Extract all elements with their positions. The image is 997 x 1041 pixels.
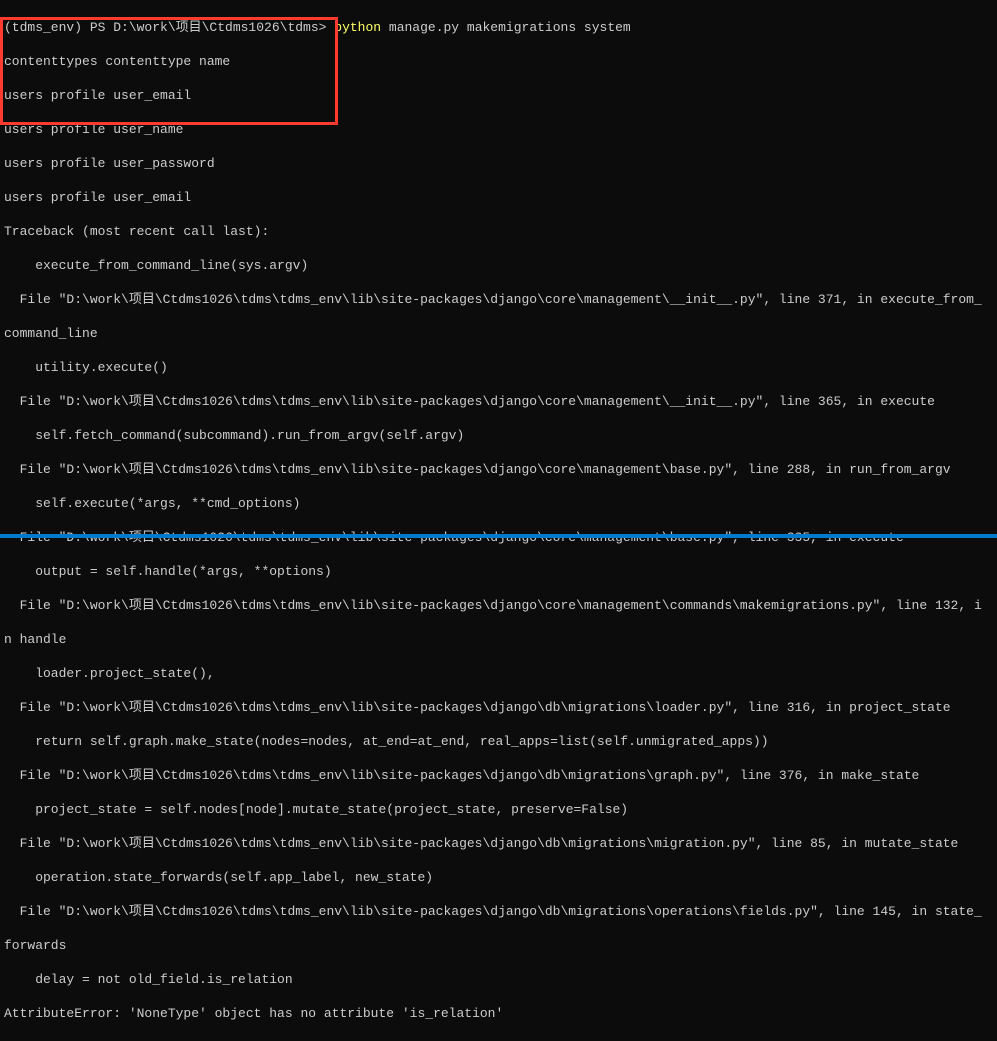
output-line: users profile user_password	[4, 155, 993, 172]
traceback-line: File "D:\work\项目\Ctdms1026\tdms\tdms_env…	[4, 393, 993, 410]
traceback-line: self.execute(*args, **cmd_options)	[4, 495, 993, 512]
output-line: users profile user_email	[4, 189, 993, 206]
traceback-line: File "D:\work\项目\Ctdms1026\tdms\tdms_env…	[4, 903, 993, 920]
traceback-line: delay = not old_field.is_relation	[4, 971, 993, 988]
traceback-line: File "D:\work\项目\Ctdms1026\tdms\tdms_env…	[4, 291, 993, 308]
traceback-line: forwards	[4, 937, 993, 954]
traceback-line: utility.execute()	[4, 359, 993, 376]
traceback-line: File "D:\work\项目\Ctdms1026\tdms\tdms_env…	[4, 835, 993, 852]
error-line: AttributeError: 'NoneType' object has no…	[4, 1005, 993, 1022]
output-line: contenttypes contenttype name	[4, 53, 993, 70]
traceback-line: command_line	[4, 325, 993, 342]
traceback-line: loader.project_state(),	[4, 665, 993, 682]
output-line: users profile user_name	[4, 121, 993, 138]
traceback-line: File "D:\work\项目\Ctdms1026\tdms\tdms_env…	[4, 461, 993, 478]
output-line: users profile user_email	[4, 87, 993, 104]
prompt-prefix: (tdms_env) PS D:\work\项目\Ctdms1026\tdms>	[4, 20, 326, 35]
traceback-header: Traceback (most recent call last):	[4, 223, 993, 240]
status-bar	[0, 534, 997, 538]
traceback-line: n handle	[4, 631, 993, 648]
traceback-line: project_state = self.nodes[node].mutate_…	[4, 801, 993, 818]
command-args: manage.py makemigrations system	[389, 20, 631, 35]
traceback-line: File "D:\work\项目\Ctdms1026\tdms\tdms_env…	[4, 597, 993, 614]
traceback-line: File "D:\work\项目\Ctdms1026\tdms\tdms_env…	[4, 767, 993, 784]
traceback-line: output = self.handle(*args, **options)	[4, 563, 993, 580]
traceback-line: return self.graph.make_state(nodes=nodes…	[4, 733, 993, 750]
terminal-output[interactable]: (tdms_env) PS D:\work\项目\Ctdms1026\tdms>…	[0, 0, 997, 1041]
prompt-line: (tdms_env) PS D:\work\项目\Ctdms1026\tdms>…	[4, 19, 993, 36]
traceback-line: self.fetch_command(subcommand).run_from_…	[4, 427, 993, 444]
traceback-line: File "D:\work\项目\Ctdms1026\tdms\tdms_env…	[4, 699, 993, 716]
command-python: python	[334, 20, 381, 35]
traceback-line: execute_from_command_line(sys.argv)	[4, 257, 993, 274]
traceback-line: operation.state_forwards(self.app_label,…	[4, 869, 993, 886]
